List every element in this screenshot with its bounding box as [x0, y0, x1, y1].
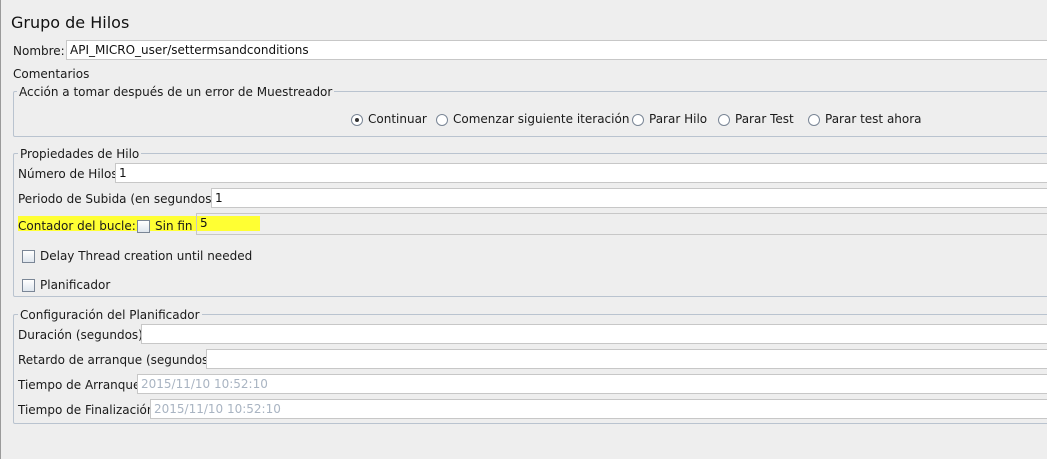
name-label: Nombre: [13, 44, 65, 58]
delay-thread-checkbox[interactable]: Delay Thread creation until needed [22, 249, 252, 263]
page-title: Grupo de Hilos [11, 13, 130, 32]
radio-stop-thread-label: Parar Hilo [649, 112, 708, 126]
forever-label: Sin fin [155, 219, 193, 233]
scheduler-config-legend: Configuración del Planificador [18, 308, 202, 322]
start-time-label: Tiempo de Arranque [18, 378, 141, 392]
forever-checkbox[interactable]: Sin fin [137, 219, 193, 233]
radio-icon [436, 113, 448, 126]
radio-next-iteration-label: Comenzar siguiente iteración [453, 112, 630, 126]
radio-icon [632, 113, 644, 126]
startup-delay-field[interactable] [206, 349, 1047, 369]
start-time-field[interactable]: 2015/11/10 10:52:10 [137, 374, 1047, 394]
ramp-up-field[interactable]: 1 [211, 188, 1047, 208]
thread-properties-legend: Propiedades de Hilo [18, 147, 142, 161]
radio-stop-test-label: Parar Test [735, 112, 794, 126]
name-field[interactable]: API_MICRO_user/settermsandconditions [66, 40, 1047, 60]
delay-thread-label: Delay Thread creation until needed [40, 249, 253, 263]
radio-selected-icon [351, 113, 363, 126]
comments-label: Comentarios [13, 67, 90, 81]
loop-count-label: Contador del bucle: [18, 219, 136, 233]
checkbox-icon [22, 279, 35, 292]
duration-label: Duración (segundos) [18, 328, 143, 342]
num-threads-label: Número de Hilos [18, 167, 118, 181]
radio-icon [718, 113, 730, 126]
error-action-legend: Acción a tomar después de un error de Mu… [17, 85, 335, 99]
radio-icon [808, 113, 820, 126]
radio-stop-test[interactable]: Parar Test [718, 112, 794, 126]
radio-continue[interactable]: Continuar [351, 112, 427, 126]
checkbox-icon [22, 250, 35, 263]
radio-stop-test-now[interactable]: Parar test ahora [808, 112, 922, 126]
end-time-label: Tiempo de Finalización [18, 403, 155, 417]
radio-continue-label: Continuar [368, 112, 427, 126]
duration-field[interactable] [141, 324, 1047, 344]
ramp-up-label: Periodo de Subida (en segundos): [18, 192, 221, 206]
checkbox-icon [137, 220, 150, 233]
end-time-field[interactable]: 2015/11/10 10:52:10 [150, 399, 1047, 419]
loop-count-field[interactable]: 5 [196, 213, 1047, 235]
radio-stop-thread[interactable]: Parar Hilo [632, 112, 707, 126]
radio-next-iteration[interactable]: Comenzar siguiente iteración [436, 112, 629, 126]
scheduler-checkbox[interactable]: Planificador [22, 278, 110, 292]
startup-delay-label: Retardo de arranque (segundos) [18, 353, 213, 367]
num-threads-field[interactable]: 1 [115, 163, 1047, 183]
scheduler-label: Planificador [40, 278, 111, 292]
radio-stop-test-now-label: Parar test ahora [825, 112, 922, 126]
